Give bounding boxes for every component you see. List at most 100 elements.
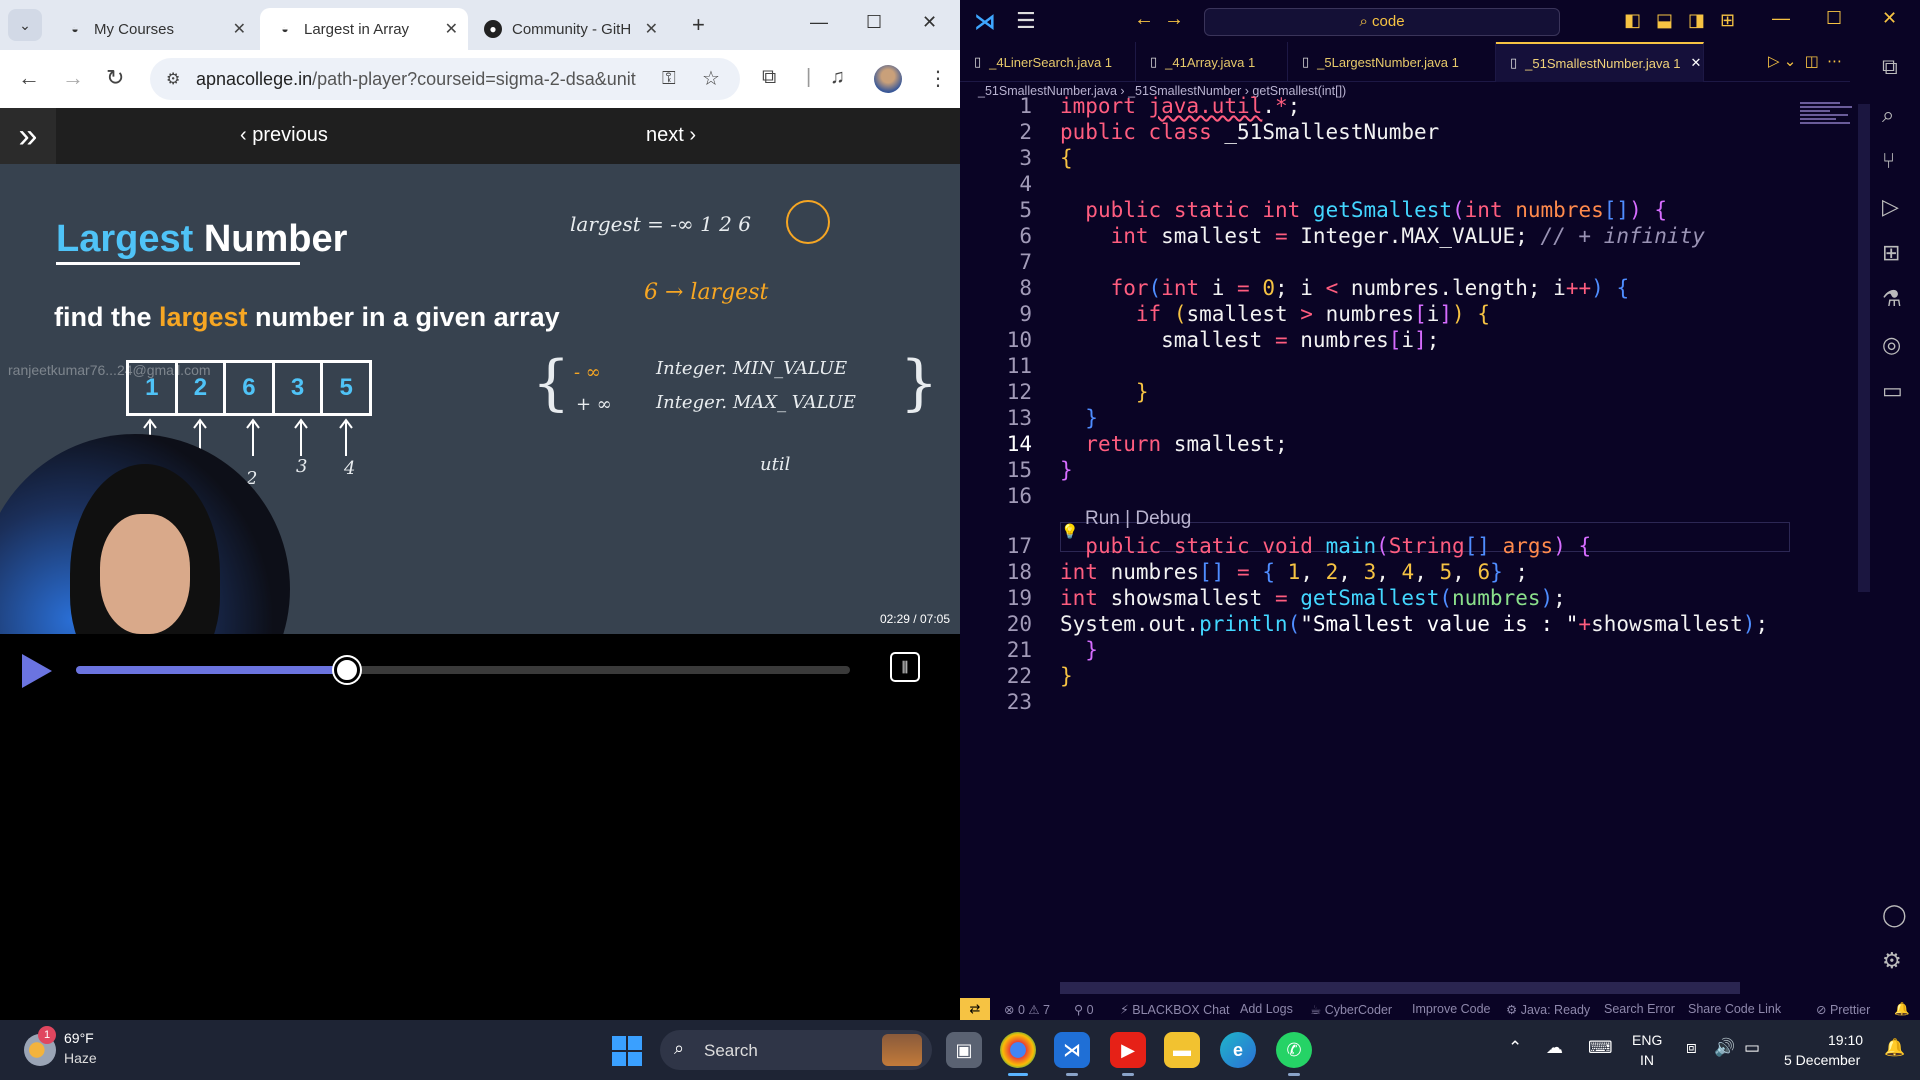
url-host: apnacollege.in — [196, 69, 313, 89]
task-view-icon[interactable]: ▣ — [946, 1032, 982, 1068]
clock-date[interactable]: 5 December — [1784, 1052, 1860, 1068]
improve-code[interactable]: Improve Code — [1412, 1002, 1491, 1016]
youtube-app-icon[interactable]: ▶ — [1110, 1032, 1146, 1076]
close-icon[interactable]: ✕ — [445, 19, 458, 39]
volume-icon[interactable]: 🔊 — [1714, 1038, 1735, 1058]
close-icon[interactable]: ✕ — [645, 19, 658, 39]
search-icon[interactable]: ⌕ — [1882, 102, 1894, 128]
equalizer-settings-icon[interactable]: ⫼ — [890, 652, 920, 682]
file-explorer-icon[interactable]: ▬ — [1164, 1032, 1200, 1068]
close-window-button[interactable]: ✕ — [922, 12, 937, 33]
chrome-app-icon[interactable] — [1000, 1032, 1036, 1076]
tab-51smallestnumber[interactable]: ▯ _51SmallestNumber.java 1 ✕ — [1496, 42, 1704, 82]
account-icon[interactable]: ◯ — [1882, 902, 1907, 928]
menu-dots-icon[interactable]: ⋮ — [928, 66, 948, 91]
search-error[interactable]: Search Error — [1604, 1002, 1675, 1016]
tab-41array[interactable]: ▯ _41Array.java 1 — [1136, 42, 1288, 82]
toggle-panel-icon[interactable]: ⬓ — [1656, 10, 1673, 31]
back-icon[interactable]: ← — [18, 65, 40, 91]
close-icon[interactable]: ✕ — [233, 19, 246, 39]
split-editor-icon[interactable]: ◫ — [1805, 53, 1819, 70]
omnibox[interactable]: ⚙ apnacollege.in/path-player?courseid=si… — [150, 58, 740, 100]
chevron-up-icon[interactable]: ⌃ — [1508, 1038, 1522, 1058]
cybercoder[interactable]: ☕ CyberCoder — [1310, 1002, 1392, 1017]
onedrive-icon[interactable]: ☁ — [1546, 1038, 1563, 1058]
prettier-status[interactable]: ⊘ Prettier — [1816, 1002, 1870, 1017]
hamburger-menu-icon[interactable]: ☰ — [1016, 8, 1036, 34]
profile-avatar[interactable] — [874, 65, 902, 93]
run-debug-codelens[interactable]: Run | Debug — [1085, 508, 1191, 530]
seek-handle[interactable] — [333, 657, 360, 683]
keyboard-icon[interactable]: ⌨ — [1588, 1038, 1613, 1058]
vscode-app-icon[interactable]: ⋊ — [1054, 1032, 1090, 1076]
maximize-button[interactable]: ☐ — [1826, 8, 1842, 29]
tab-largest-in-array[interactable]: ◒ Largest in Array ✕ — [260, 8, 468, 50]
extensions-icon[interactable]: ⧉ — [762, 66, 776, 89]
sidebar-toggle-icon[interactable]: » — [0, 108, 56, 164]
previous-button[interactable]: ‹ previous — [240, 124, 328, 147]
video-frame[interactable]: Largest Number find the largest number i… — [0, 164, 960, 634]
close-window-button[interactable]: ✕ — [1882, 8, 1897, 29]
seek-bar[interactable] — [76, 657, 850, 683]
tab-4linersearch[interactable]: ▯ _4LinerSearch.java 1 — [960, 42, 1136, 82]
url-text[interactable]: apnacollege.in/path-player?courseid=sigm… — [196, 69, 636, 90]
source-control-icon[interactable]: ⑂ — [1882, 148, 1895, 174]
maximize-button[interactable]: ☐ — [866, 12, 882, 33]
notification-bell-icon[interactable]: 🔔 — [1884, 1038, 1905, 1058]
horizontal-scrollbar[interactable] — [1060, 982, 1740, 994]
network-icon[interactable]: ⧈ — [1686, 1038, 1697, 1058]
edge-app-icon[interactable]: e — [1220, 1032, 1256, 1068]
start-button[interactable] — [612, 1036, 642, 1066]
weather-condition[interactable]: Haze — [64, 1050, 97, 1066]
whatsapp-app-icon[interactable]: ✆ — [1276, 1032, 1312, 1076]
tab-search-button[interactable]: ⌄ — [8, 9, 42, 41]
ports-indicator[interactable]: ⚲ 0 — [1074, 1002, 1094, 1017]
share-code-link[interactable]: Share Code Link — [1688, 1002, 1781, 1016]
blackbox-chat[interactable]: ⚡ BLACKBOX Chat — [1120, 1002, 1230, 1017]
java-status[interactable]: ⚙ Java: Ready — [1506, 1002, 1590, 1017]
play-icon[interactable] — [22, 654, 52, 688]
history-nav-icons[interactable]: ←→ — [1134, 8, 1194, 31]
minimize-button[interactable]: — — [1772, 8, 1790, 29]
bookmark-star-icon[interactable]: ☆ — [702, 66, 720, 91]
toggle-sidebar-icon[interactable]: ◧ — [1624, 10, 1641, 31]
run-debug-icon[interactable]: ▷ — [1882, 194, 1899, 220]
language-indicator[interactable]: ENG — [1632, 1032, 1662, 1048]
minimize-button[interactable]: — — [810, 12, 828, 33]
media-control-icon[interactable]: ♫ — [830, 66, 845, 89]
problems-indicator[interactable]: ⊗ 0 ⚠ 7 — [1004, 1002, 1050, 1017]
run-icon[interactable]: ▷ ⌄ — [1768, 53, 1796, 70]
more-actions-icon[interactable]: ⋯ — [1827, 53, 1842, 70]
tab-community-github[interactable]: ● Community - GitH ✕ — [468, 8, 668, 50]
command-center[interactable]: ⌕ code — [1204, 8, 1560, 36]
code-editor[interactable]: 💡 1 2 3 4 5 6 7 8 9 10 11 12 13 14 15 16… — [960, 94, 1860, 984]
next-button[interactable]: next › — [646, 124, 696, 147]
extensions-icon[interactable]: ⊞ — [1882, 240, 1900, 266]
add-logs[interactable]: Add Logs — [1240, 1002, 1293, 1016]
tab-my-courses[interactable]: ◒ My Courses ✕ — [50, 8, 256, 50]
gear-icon[interactable]: ⚙ — [1882, 948, 1902, 974]
vertical-scrollbar[interactable] — [1858, 104, 1870, 592]
forward-icon[interactable]: → — [62, 65, 84, 91]
windows-taskbar: 1 69°F Haze ⌕ Search ▣ ⋊ ▶ ▬ e ✆ ⌃ ☁ ⌨ E… — [0, 1020, 1920, 1080]
tab-5largestnumber[interactable]: ▯ _5LargestNumber.java 1 — [1288, 42, 1496, 82]
close-icon[interactable]: ✕ — [1691, 55, 1702, 71]
site-info-icon[interactable]: ⚙ — [166, 69, 180, 89]
temperature[interactable]: 69°F — [64, 1030, 94, 1046]
taskbar-search[interactable]: ⌕ Search — [660, 1030, 932, 1070]
clock-time[interactable]: 19:10 — [1828, 1032, 1863, 1048]
chat-icon[interactable]: ▭ — [1882, 378, 1903, 404]
reload-icon[interactable]: ↻ — [106, 65, 124, 91]
customize-layout-icon[interactable]: ⊞ — [1720, 10, 1735, 31]
toggle-secondary-sidebar-icon[interactable]: ◨ — [1688, 10, 1705, 31]
region-indicator[interactable]: IN — [1640, 1052, 1654, 1068]
new-tab-button[interactable]: + — [692, 12, 705, 38]
remote-icon[interactable]: ⇄ — [960, 998, 990, 1020]
battery-icon[interactable]: ▭ — [1744, 1038, 1760, 1058]
testing-icon[interactable]: ⚗ — [1882, 286, 1902, 312]
minimap[interactable] — [1800, 100, 1860, 144]
notifications-icon[interactable]: 🔔 — [1894, 1002, 1910, 1017]
explorer-icon[interactable]: ⧉ — [1882, 54, 1898, 80]
password-key-icon[interactable]: ⚿ — [662, 68, 676, 89]
edge-tools-icon[interactable]: ◎ — [1882, 332, 1901, 358]
